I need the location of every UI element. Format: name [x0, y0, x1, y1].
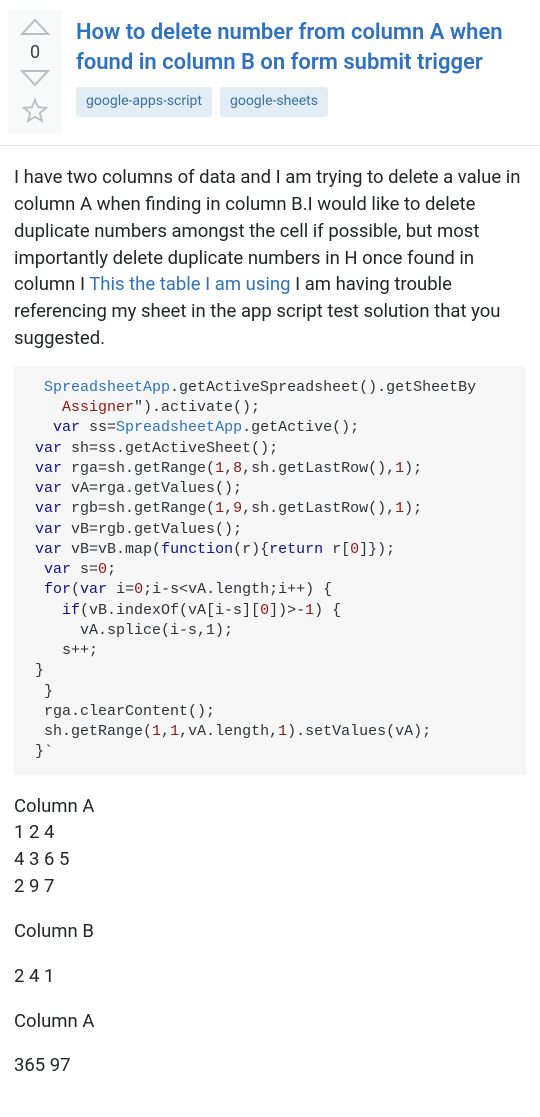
tag-google-apps-script[interactable]: google-apps-script: [76, 87, 212, 117]
downvote-button[interactable]: [18, 69, 52, 89]
sample-col-b-header: Column B: [14, 918, 526, 945]
tag-list: google-apps-script google-sheets: [76, 87, 526, 117]
title-column: How to delete number from column A when …: [76, 10, 526, 133]
sample-result-row: 365 97: [14, 1052, 526, 1079]
sample-col-a-header: Column A1 2 44 3 6 52 9 7: [14, 793, 526, 900]
vote-controls: 0: [8, 10, 62, 133]
vote-score: 0: [30, 40, 40, 65]
table-link[interactable]: This the table I am using: [89, 273, 290, 295]
upvote-button[interactable]: [18, 16, 52, 36]
question-title[interactable]: How to delete number from column A when …: [76, 18, 526, 77]
body-paragraph: I have two columns of data and I am tryi…: [14, 164, 526, 352]
sample-col-b-row: 2 4 1: [14, 963, 526, 990]
sample-data: Column A1 2 44 3 6 52 9 7 Column B 2 4 1…: [14, 793, 526, 1080]
tag-google-sheets[interactable]: google-sheets: [220, 87, 328, 117]
question-body: I have two columns of data and I am tryi…: [0, 146, 540, 1117]
favorite-button[interactable]: [21, 91, 49, 125]
question-header: 0 How to delete number from column A whe…: [0, 0, 540, 146]
code-block: SpreadsheetApp.getActiveSpreadsheet().ge…: [14, 366, 526, 775]
sample-col-a-header-2: Column A: [14, 1008, 526, 1035]
